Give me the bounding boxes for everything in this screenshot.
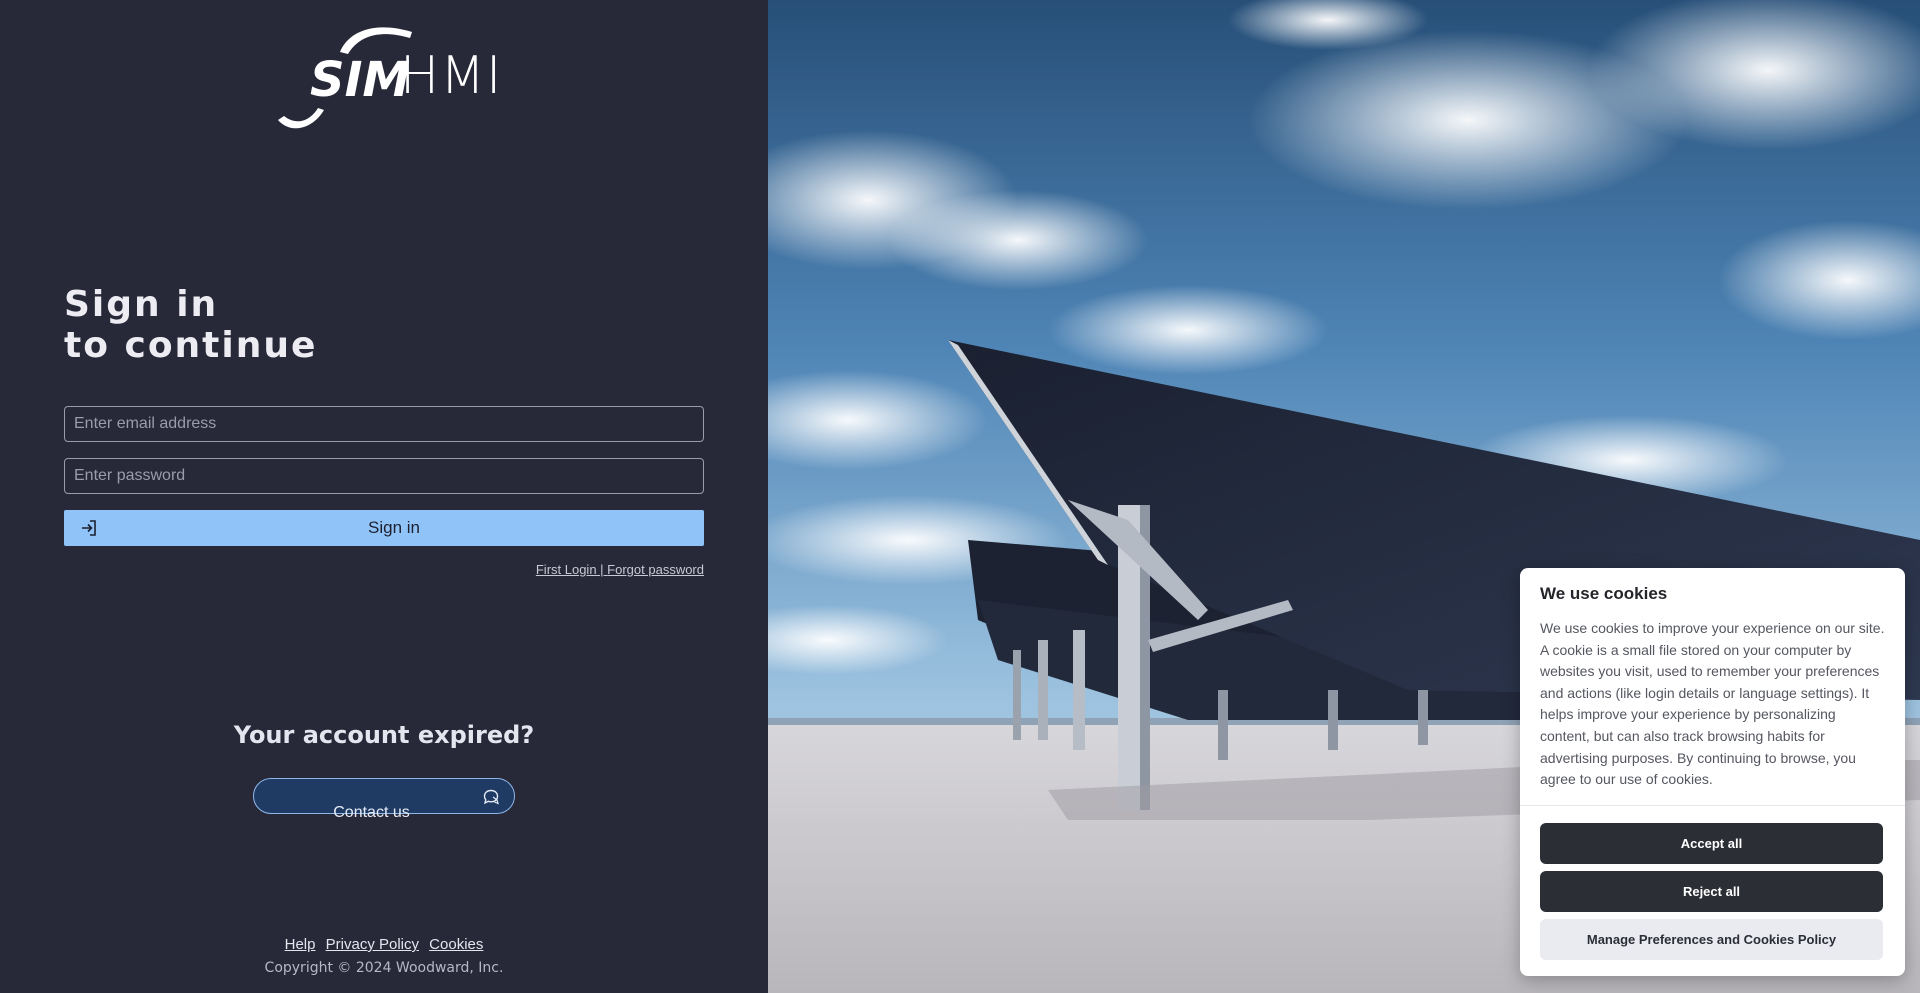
- account-expired-heading: Your account expired?: [233, 721, 535, 749]
- help-link[interactable]: Help: [285, 936, 316, 953]
- cookie-title: We use cookies: [1540, 584, 1668, 603]
- contact-us-button[interactable]: Contact us: [253, 778, 515, 821]
- cookies-link[interactable]: Cookies: [429, 936, 483, 953]
- privacy-policy-link[interactable]: Privacy Policy: [326, 936, 419, 953]
- link-separator: |: [596, 562, 608, 577]
- footer-links: Help Privacy Policy Cookies: [0, 936, 768, 953]
- logo-product-text: HMI: [400, 46, 503, 106]
- forgot-password-link[interactable]: Forgot password: [607, 562, 704, 577]
- sign-in-label: Sign in: [368, 518, 420, 537]
- reject-all-button[interactable]: Reject all: [1540, 871, 1883, 912]
- email-field[interactable]: [64, 406, 704, 442]
- login-panel: SIM HMI Sign in to continue Sign in Firs…: [0, 0, 768, 993]
- simhmi-logo: SIM HMI: [272, 24, 502, 134]
- contact-us-label: Contact us: [333, 804, 410, 821]
- page-title: Sign in to continue: [64, 284, 317, 366]
- auxiliary-links: First Login | Forgot password: [536, 562, 704, 577]
- first-login-link[interactable]: First Login: [536, 562, 597, 577]
- cookie-divider: [1520, 805, 1905, 806]
- sign-in-arrow-icon: [82, 520, 96, 536]
- sign-in-button[interactable]: Sign in: [64, 510, 704, 546]
- cookie-consent-dialog: We use cookies We use cookies to improve…: [1520, 568, 1905, 976]
- title-line-2: to continue: [64, 325, 318, 366]
- manage-preferences-button[interactable]: Manage Preferences and Cookies Policy: [1540, 919, 1883, 960]
- password-field[interactable]: [64, 458, 704, 494]
- chat-bubble-icon: [483, 789, 499, 805]
- title-line-1: Sign in: [64, 284, 219, 325]
- cookie-description: We use cookies to improve your experienc…: [1540, 620, 1885, 788]
- accept-all-button[interactable]: Accept all: [1540, 823, 1883, 864]
- copyright-text: Copyright © 2024 Woodward, Inc.: [264, 960, 504, 976]
- logo-sim-text: SIM: [310, 52, 410, 108]
